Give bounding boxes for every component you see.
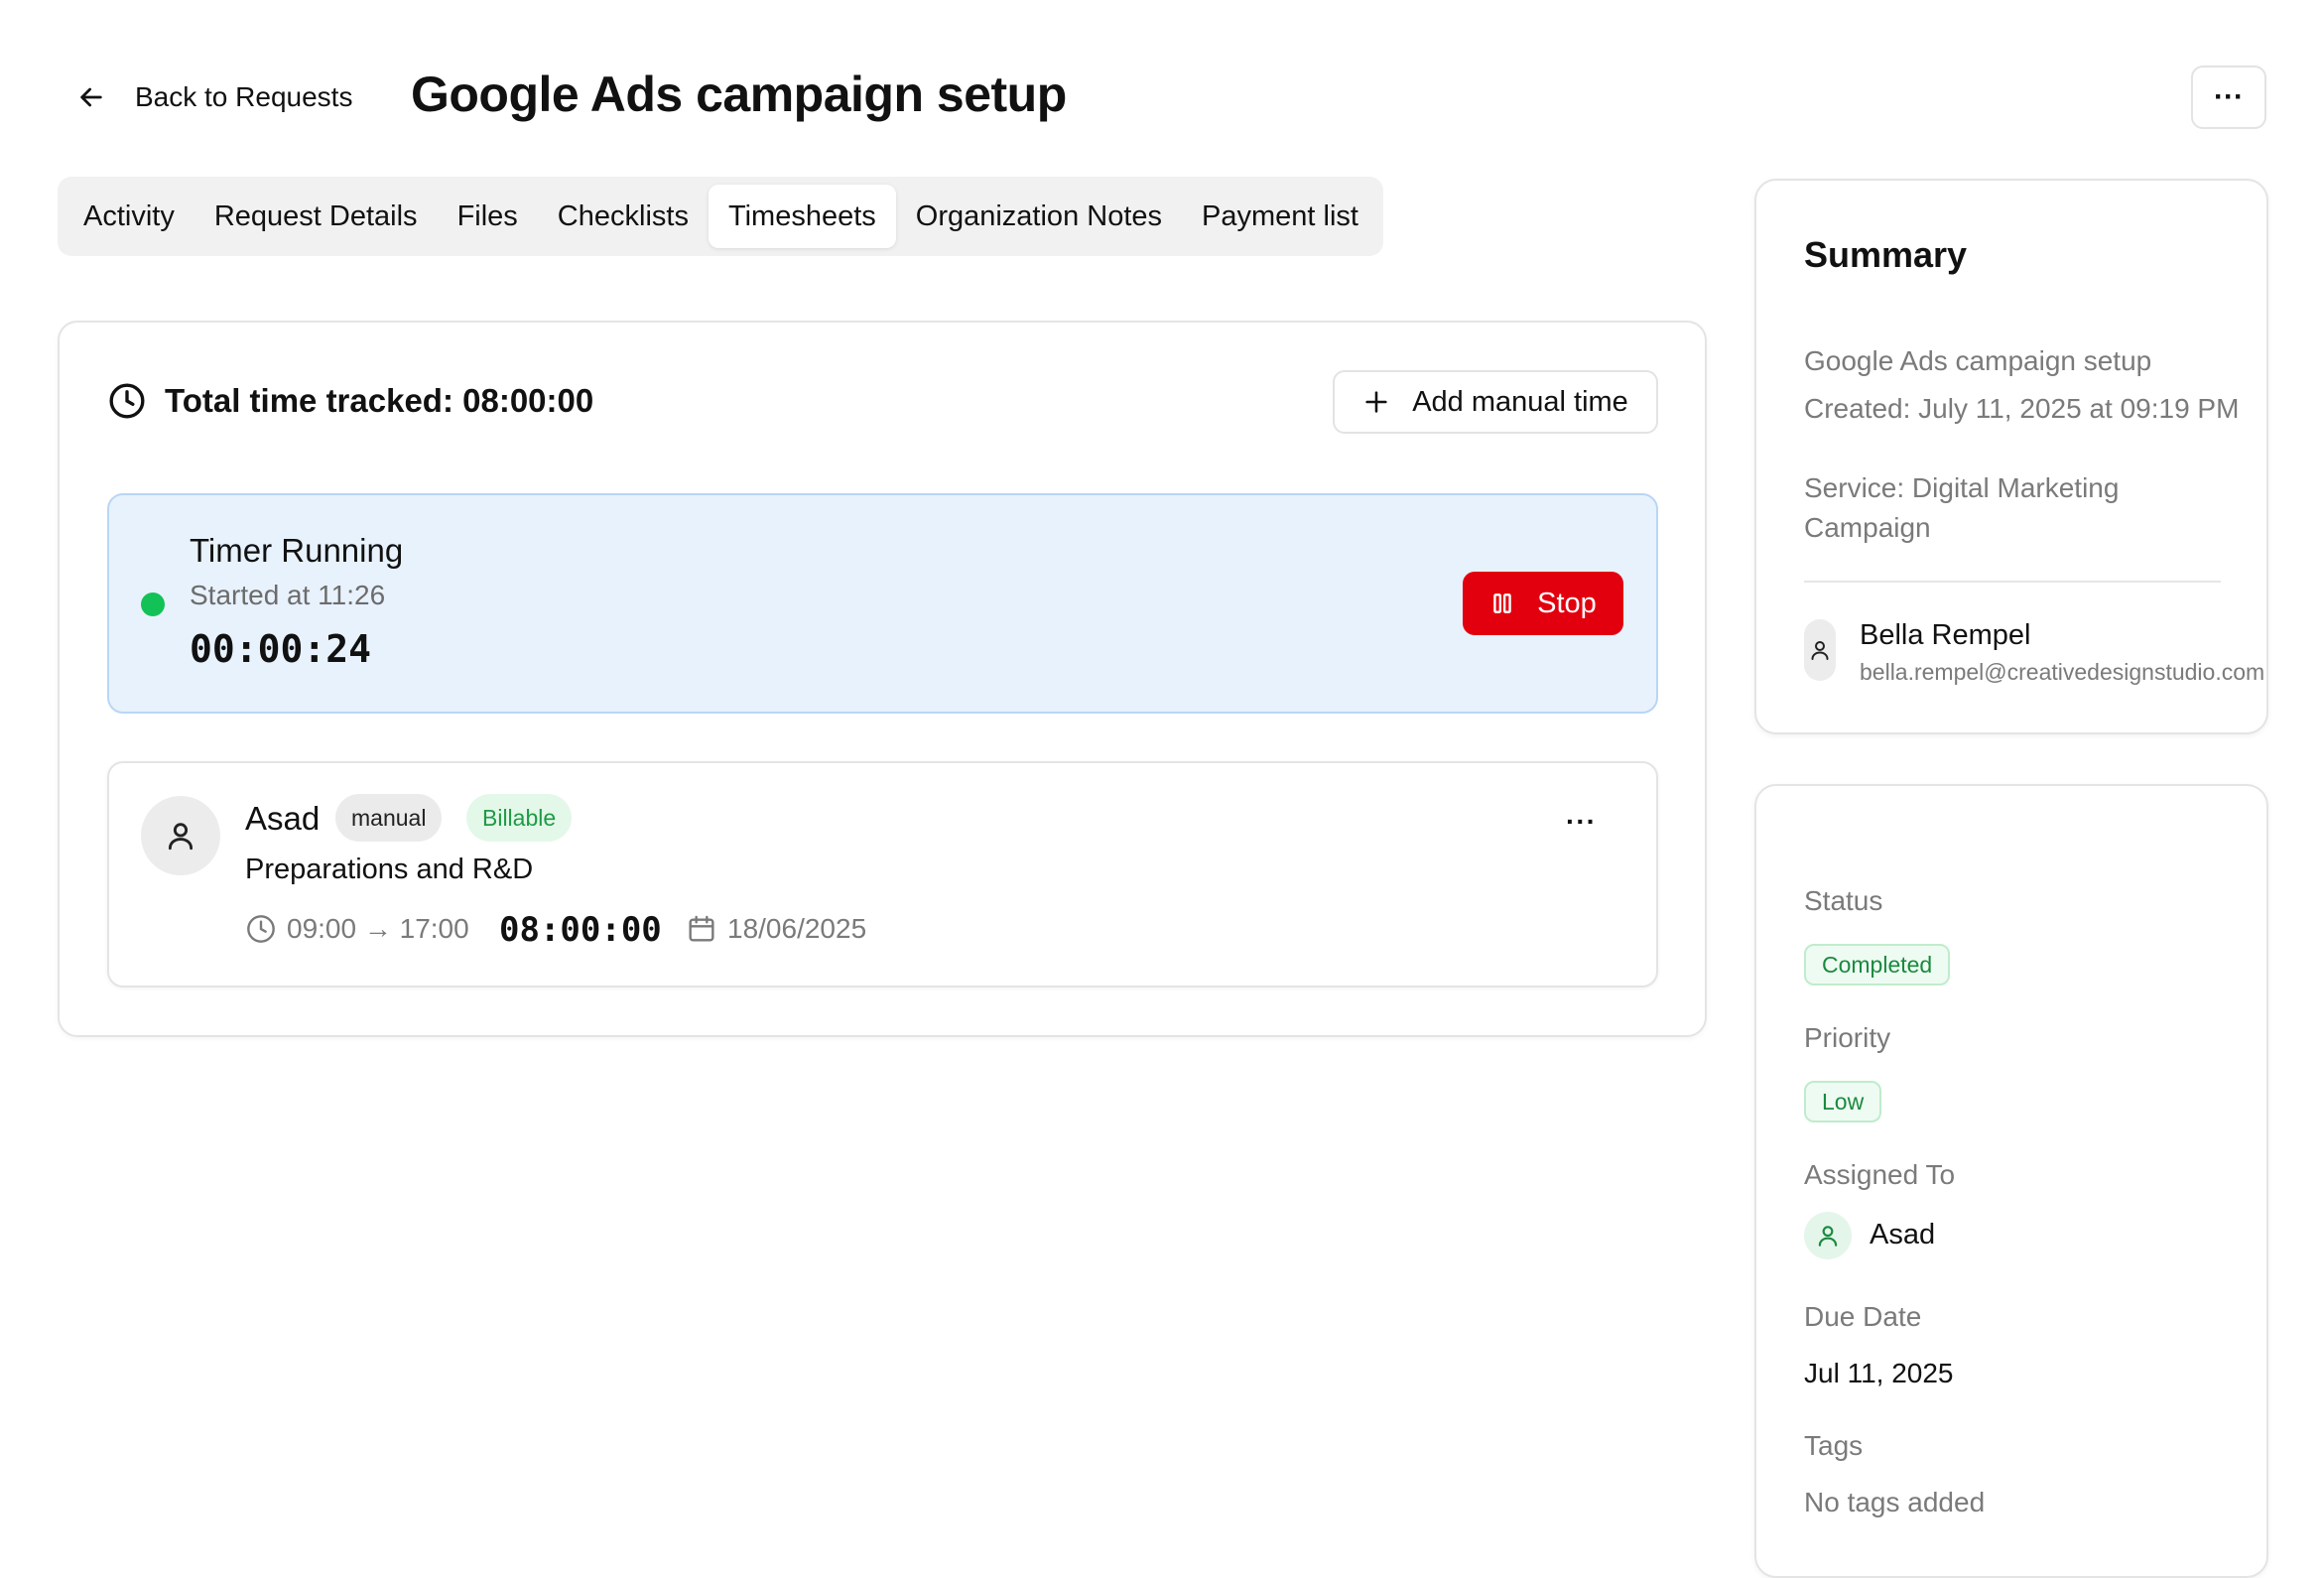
- stop-timer-button[interactable]: Stop: [1463, 572, 1623, 635]
- entry-user-name: Asad: [245, 800, 321, 837]
- calendar-icon: [689, 915, 714, 942]
- client-avatar: [1804, 619, 1836, 681]
- tab-checklists[interactable]: Checklists: [538, 185, 709, 248]
- clock-icon: [247, 915, 275, 943]
- entry-description: Preparations and R&D: [245, 854, 534, 885]
- priority-badge: Low: [1804, 1081, 1882, 1122]
- status-label: Status: [1804, 885, 1883, 916]
- avatar: [141, 796, 220, 875]
- tab-payment-list[interactable]: Payment list: [1182, 185, 1378, 248]
- user-icon: [1811, 641, 1829, 660]
- back-to-requests-label: Back to Requests: [135, 81, 353, 112]
- entry-date: 18/06/2025: [686, 913, 866, 945]
- assignee-name: Asad: [1870, 1219, 1936, 1250]
- assigned-to-label: Assigned To: [1804, 1159, 1956, 1190]
- total-time-tracked: Total time tracked: 08:00:00: [107, 381, 593, 421]
- entry-time-range: 09:00 → 17:00: [245, 913, 469, 945]
- priority-label: Priority: [1804, 1022, 1891, 1053]
- running-status-dot: [141, 592, 165, 616]
- tab-files[interactable]: Files: [438, 185, 538, 248]
- entry-more-button[interactable]: ···: [1566, 806, 1597, 838]
- back-to-requests-link[interactable]: Back to Requests: [75, 75, 352, 119]
- timer-started-at: Started at 11:26: [190, 580, 386, 610]
- client-name: Bella Rempel: [1860, 619, 2031, 651]
- divider: [1804, 581, 2221, 583]
- assignee-avatar: [1804, 1212, 1852, 1259]
- tags-label: Tags: [1804, 1430, 1864, 1461]
- more-horizontal-icon: ···: [2214, 80, 2244, 113]
- pause-icon: [1493, 593, 1511, 613]
- due-date-value: Jul 11, 2025: [1804, 1358, 1954, 1388]
- timer-title: Timer Running: [190, 532, 404, 569]
- tab-request-details[interactable]: Request Details: [194, 185, 438, 248]
- summary-title: Summary: [1804, 234, 1968, 275]
- arrow-left-icon: [80, 87, 102, 107]
- tab-bar: Activity Request Details Files Checklist…: [58, 177, 1383, 256]
- entry-duration: 08:00:00: [499, 910, 662, 950]
- more-horizontal-icon: ···: [1566, 806, 1597, 837]
- entry-time-range-text: 09:00 → 17:00: [287, 913, 469, 944]
- timer-elapsed: 00:00:24: [190, 627, 372, 671]
- status-badge: Completed: [1804, 944, 1951, 986]
- tags-value: No tags added: [1804, 1487, 1986, 1517]
- summary-request-name: Google Ads campaign setup: [1804, 345, 2152, 376]
- clock-icon: [109, 383, 145, 419]
- due-date-label: Due Date: [1804, 1301, 1922, 1332]
- add-manual-time-button[interactable]: Add manual time: [1333, 370, 1658, 434]
- tab-timesheets[interactable]: Timesheets: [708, 185, 896, 248]
- entry-type-badge: manual: [335, 794, 443, 842]
- user-icon: [168, 823, 194, 851]
- total-time-label: Total time tracked: 08:00:00: [165, 382, 594, 419]
- more-options-button[interactable]: ···: [2191, 66, 2266, 129]
- tab-activity[interactable]: Activity: [64, 185, 194, 248]
- add-manual-time-label: Add manual time: [1412, 385, 1628, 418]
- user-icon: [1818, 1226, 1838, 1247]
- billable-badge: Billable: [466, 794, 573, 842]
- page-title: Google Ads campaign setup: [411, 66, 1067, 122]
- plus-icon: [1365, 391, 1387, 413]
- client-email: bella.rempel@creativedesignstudio.com: [1860, 659, 2265, 685]
- summary-service: Service: Digital Marketing Campaign: [1804, 472, 2120, 543]
- entry-date-text: 18/06/2025: [727, 913, 867, 944]
- tab-organization-notes[interactable]: Organization Notes: [896, 185, 1182, 248]
- stop-label: Stop: [1537, 587, 1597, 619]
- summary-created: Created: July 11, 2025 at 09:19 PM: [1804, 393, 2240, 424]
